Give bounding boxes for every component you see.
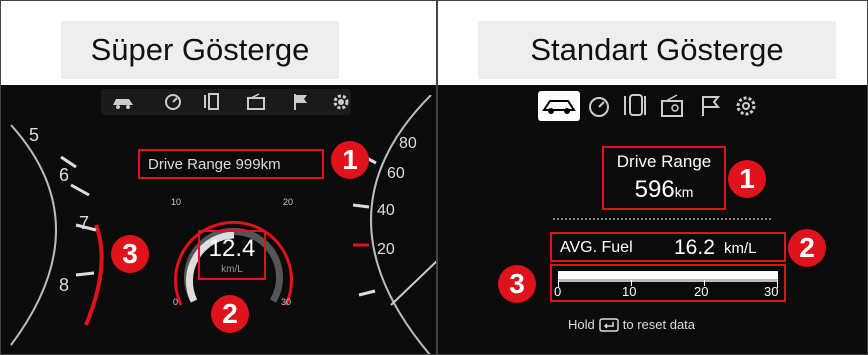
avg-fuel-box: AVG. Fuel 16.2 km/L — [550, 232, 786, 262]
door-icon — [624, 94, 646, 116]
panel-header: Standart Gösterge — [438, 1, 867, 86]
tachometer-gauge — [10, 124, 104, 346]
car-icon — [542, 100, 576, 114]
radio-icon — [661, 94, 683, 117]
callout-badge-2: 2 — [788, 229, 826, 267]
fuel-gauge-tick: 20 — [283, 197, 294, 207]
fuel-unit: km/L — [221, 264, 243, 275]
speed-tick: 80 — [399, 135, 417, 152]
enter-key-icon — [599, 317, 619, 332]
tach-tick: 7 — [79, 213, 90, 233]
callout-badge-3: 3 — [111, 235, 149, 273]
avg-fuel-value: 16.2 — [674, 236, 715, 259]
super-gauge-panel: Süper Gösterge 5 6 7 8 80 60 40 20 Drive… — [0, 0, 437, 355]
drive-range-text: Drive Range 999km — [148, 156, 281, 173]
fuel-history-bar — [558, 271, 778, 282]
gear-icon — [736, 96, 756, 116]
door-icon — [204, 93, 219, 110]
callout-badge-2: 2 — [211, 295, 249, 333]
callout-badge-1: 1 — [728, 160, 766, 198]
cluster-screen: Drive Range 596km 1 AVG. Fuel 16.2 km/L … — [438, 85, 867, 354]
fuel-gauge-tick: 30 — [281, 297, 292, 307]
tach-tick: 5 — [29, 125, 40, 145]
drive-range-box: Drive Range 999km — [138, 149, 324, 179]
drive-range-value: 596 — [634, 176, 675, 203]
panel-header: Süper Gösterge — [1, 1, 436, 86]
divider — [553, 218, 771, 220]
flag-icon — [702, 96, 720, 116]
bar-tick: 0 — [554, 284, 562, 299]
standard-gauge-panel: Standart Gösterge Drive Range 596km 1 AV… — [437, 0, 868, 355]
fuel-value: 12.4 — [208, 235, 256, 262]
drive-range-unit: km — [674, 184, 694, 200]
panel-title: Süper Gösterge — [61, 21, 339, 79]
avg-fuel-unit: km/L — [724, 240, 757, 257]
reset-hint-text: to reset data — [622, 317, 696, 332]
bar-tick: 10 — [622, 284, 637, 299]
bar-tick: 30 — [764, 284, 779, 299]
tach-tick: 6 — [59, 165, 70, 185]
callout-badge-3: 3 — [498, 265, 536, 303]
drive-range-box: Drive Range 596km — [602, 146, 726, 210]
tach-tick: 8 — [59, 275, 70, 295]
speedometer-gauge — [352, 95, 436, 354]
panel-title: Standart Gösterge — [478, 21, 836, 79]
fuel-gauge-tick: 0 — [173, 297, 179, 307]
speedometer-icon — [589, 97, 609, 117]
cluster-screen: 5 6 7 8 80 60 40 20 Drive Range 999km 10… — [1, 85, 436, 354]
fuel-gauge-tick: 10 — [171, 197, 182, 207]
avg-fuel-label: AVG. Fuel — [560, 239, 633, 256]
speed-tick: 60 — [387, 165, 405, 182]
radio-icon — [247, 93, 265, 110]
drive-range-label: Drive Range — [616, 152, 712, 171]
reset-hint: Hold to reset data — [568, 317, 695, 332]
fuel-value-box: 12.4 km/L — [198, 230, 266, 280]
callout-badge-1: 1 — [331, 141, 369, 179]
speed-tick: 40 — [377, 202, 395, 219]
speed-tick: 20 — [377, 241, 395, 258]
car-icon — [113, 99, 133, 109]
speedometer-icon — [165, 94, 181, 110]
fuel-history-bar-box: 0 10 20 30 — [550, 264, 786, 302]
reset-hint-text: Hold — [568, 317, 595, 332]
bar-tick: 20 — [694, 284, 709, 299]
